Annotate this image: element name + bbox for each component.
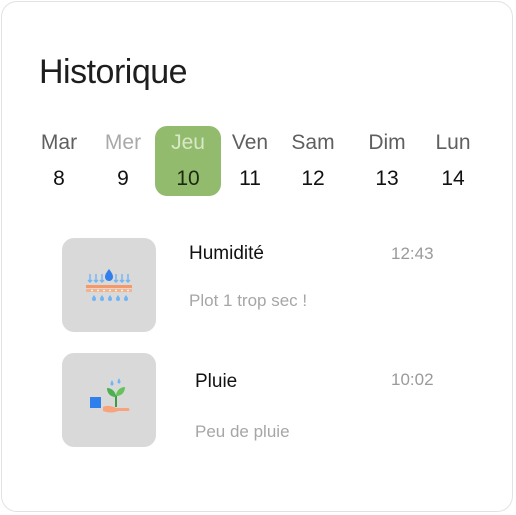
notification-thumbnail	[62, 353, 156, 447]
day-wednesday[interactable]: Mer 9	[90, 126, 156, 196]
day-name: Ven	[231, 131, 269, 154]
day-saturday[interactable]: Sam 12	[280, 126, 346, 196]
notification-message: Peu de pluie	[195, 422, 290, 441]
notification-time: 10:02	[391, 370, 434, 389]
day-name: Lun	[435, 131, 471, 154]
notification-title: Humidité	[189, 243, 264, 264]
day-number: 12	[301, 167, 325, 190]
day-name: Sam	[291, 131, 335, 154]
day-number: 9	[117, 167, 129, 190]
day-number: 14	[441, 167, 465, 190]
notification-message: Plot 1 trop sec !	[189, 291, 308, 310]
notification-title: Pluie	[195, 371, 238, 392]
day-name: Mer	[104, 131, 142, 154]
day-name: Dim	[368, 131, 406, 154]
rain-plant-icon	[90, 378, 130, 413]
day-friday[interactable]: Ven 11	[217, 126, 283, 196]
humidity-icon	[86, 269, 132, 301]
day-monday[interactable]: Lun 14	[420, 126, 486, 196]
notification-time: 12:43	[391, 244, 434, 263]
day-name: Jeu	[171, 131, 205, 154]
day-thursday-selected[interactable]: Jeu 10	[155, 126, 221, 196]
day-number: 13	[375, 167, 399, 190]
history-card: Historique Mar 8 Mer 9 Jeu 10 Ven 11 Sam…	[1, 1, 513, 512]
day-number: 10	[176, 167, 200, 190]
day-name: Mar	[40, 131, 78, 154]
page-title: Historique	[39, 53, 188, 91]
day-tuesday[interactable]: Mar 8	[26, 126, 92, 196]
day-number: 8	[53, 167, 65, 190]
day-number: 11	[239, 167, 261, 190]
day-sunday[interactable]: Dim 13	[354, 126, 420, 196]
notification-thumbnail	[62, 238, 156, 332]
